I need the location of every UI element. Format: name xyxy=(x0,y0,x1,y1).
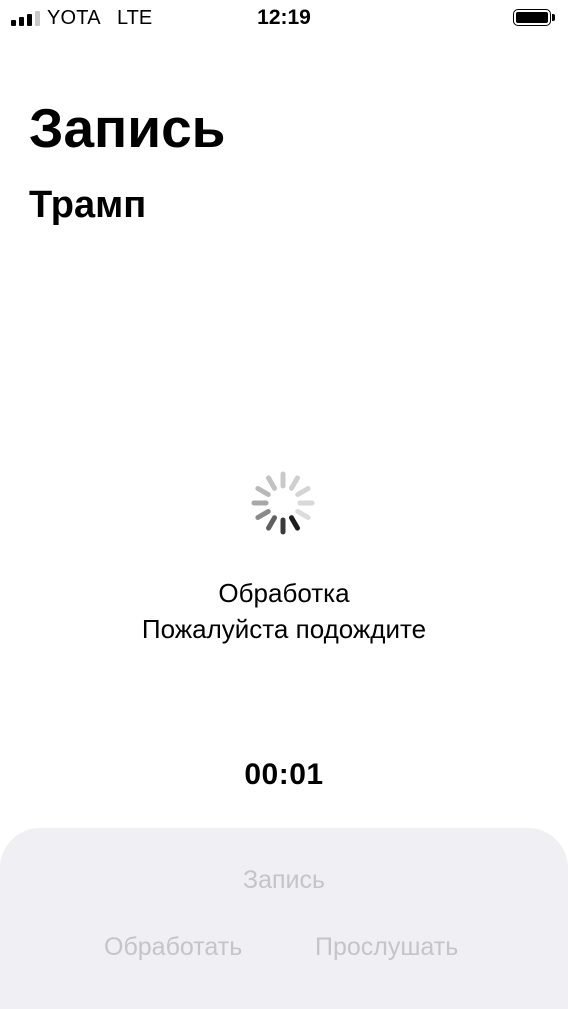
battery-icon xyxy=(513,9,557,28)
activity-spinner-icon xyxy=(251,471,315,535)
processing-message: Пожалуйста подождите xyxy=(141,614,427,644)
recording-subject: Трамп xyxy=(29,184,147,226)
process-button[interactable]: Обработать xyxy=(104,933,242,962)
action-panel: Запись Обработать Прослушать xyxy=(0,828,568,1009)
recording-screen: YOTA LTE 12:19 Запись Трамп Обработка По… xyxy=(0,0,568,1009)
processing-title: Обработка xyxy=(218,578,350,608)
status-bar: YOTA LTE 12:19 xyxy=(0,0,568,38)
recording-timer: 00:01 xyxy=(244,758,324,791)
listen-button[interactable]: Прослушать xyxy=(315,933,458,962)
status-time: 12:19 xyxy=(257,6,311,29)
page-title: Запись xyxy=(29,97,226,159)
record-button[interactable]: Запись xyxy=(0,866,568,895)
